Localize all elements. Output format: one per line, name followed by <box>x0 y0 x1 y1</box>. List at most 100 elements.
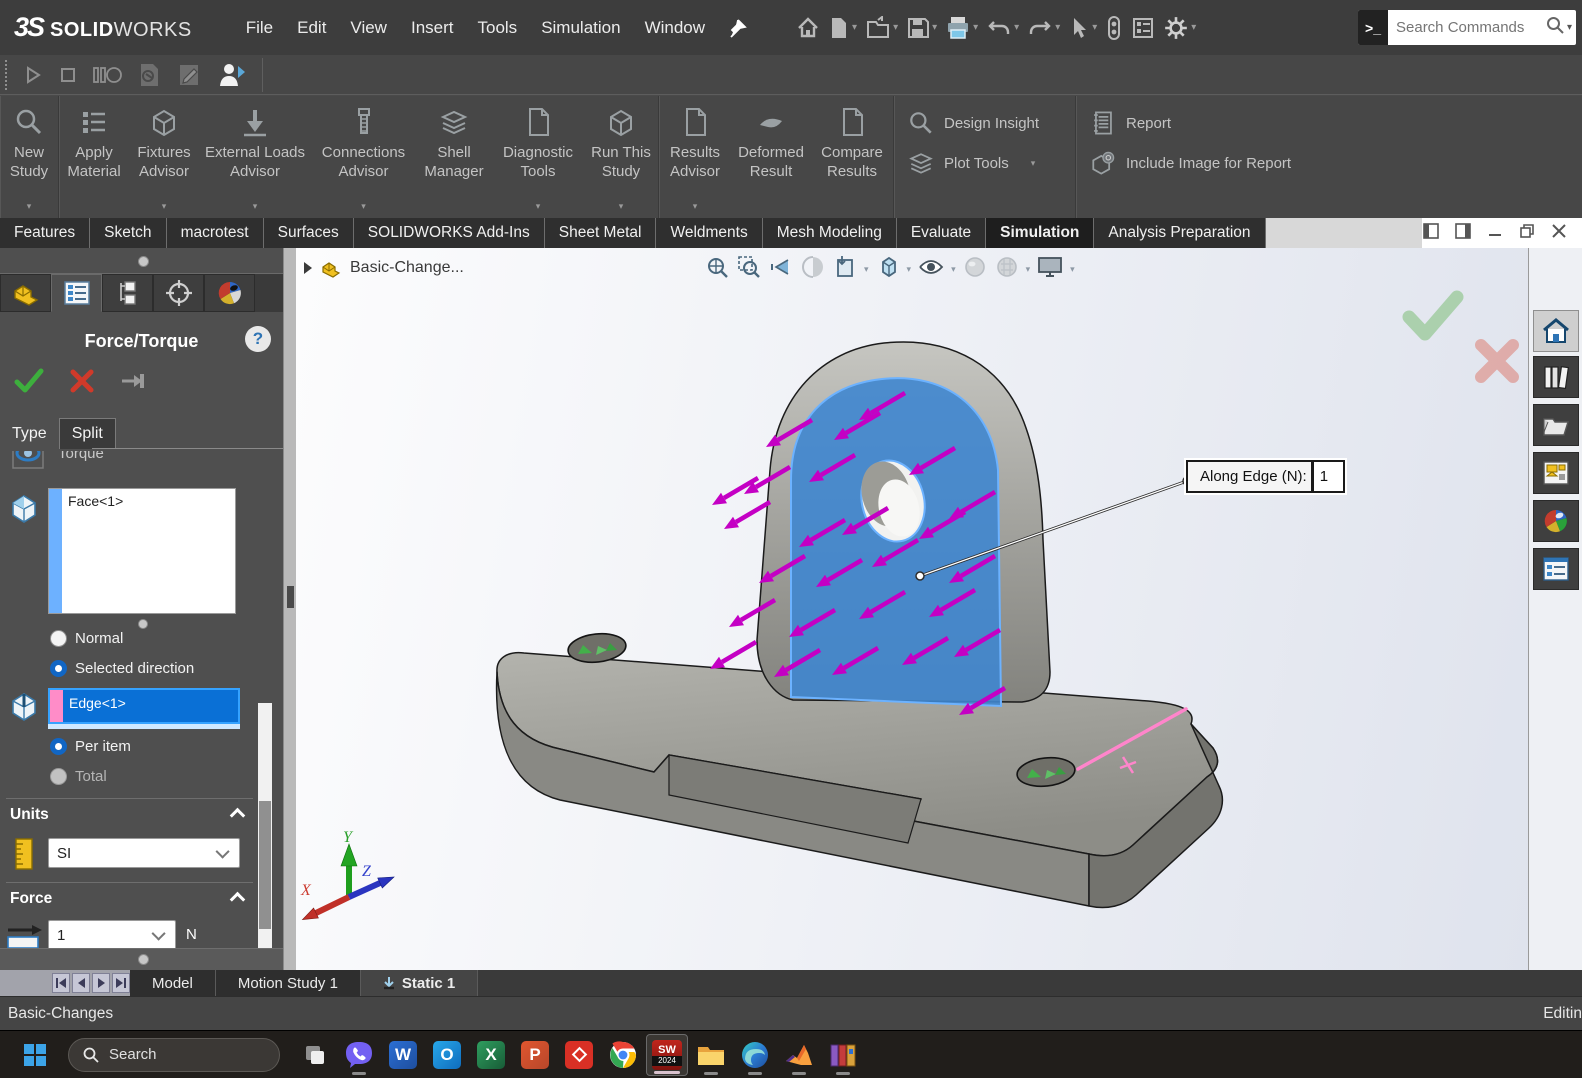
listbox-resize-handle[interactable] <box>138 619 148 629</box>
word-icon[interactable]: W <box>382 1034 424 1076</box>
units-section-header[interactable]: Units <box>10 806 49 824</box>
macro-run-icon[interactable] <box>22 64 44 86</box>
custom-properties-tab-icon[interactable] <box>1533 548 1579 590</box>
units-dropdown[interactable]: SI <box>48 838 240 868</box>
pin-menu-icon[interactable] <box>727 18 747 38</box>
plot-tools-button[interactable]: Plot Tools▾ <box>906 148 1065 178</box>
appearances-scenes-tab-icon[interactable] <box>1533 500 1579 542</box>
design-insight-button[interactable]: Design Insight <box>906 108 1065 138</box>
panel-scrollbar[interactable] <box>258 703 272 950</box>
menu-simulation[interactable]: Simulation <box>529 10 632 46</box>
configurationmanager-tab-icon[interactable] <box>102 274 153 312</box>
touch-mode-button[interactable] <box>1102 11 1126 45</box>
tab-analysis-preparation[interactable]: Analysis Preparation <box>1094 218 1265 248</box>
excel-icon[interactable]: X <box>470 1034 512 1076</box>
tab-solidworks-addins[interactable]: SOLIDWORKS Add-Ins <box>354 218 545 248</box>
cancel-x-button[interactable] <box>70 369 94 398</box>
restore-icon[interactable] <box>1518 222 1536 245</box>
per-item-radio[interactable] <box>50 738 67 755</box>
callout-value-input[interactable]: 1 <box>1311 460 1345 493</box>
panel-splitter-handle[interactable] <box>0 248 283 274</box>
selected-direction-radio[interactable] <box>50 660 67 677</box>
tab-sketch[interactable]: Sketch <box>90 218 166 248</box>
red-diamond-app-icon[interactable] <box>558 1034 600 1076</box>
force-value-combo[interactable]: 1 <box>48 920 176 950</box>
tab-features[interactable]: Features <box>0 218 90 248</box>
tab-motion-study-1[interactable]: Motion Study 1 <box>216 970 361 996</box>
shell-manager-button[interactable]: Shell Manager <box>416 96 492 218</box>
pane-right-icon[interactable] <box>1454 222 1472 245</box>
diagnostic-tools-button[interactable]: Diagnostic Tools▾ <box>492 96 584 218</box>
winrar-icon[interactable] <box>822 1034 864 1076</box>
panel-viewport-splitter[interactable] <box>283 248 296 970</box>
units-collapse-chevron[interactable] <box>230 808 246 824</box>
panel-scrollbar-thumb[interactable] <box>259 801 271 929</box>
start-button[interactable] <box>14 1034 56 1076</box>
displaymanager-tab-icon[interactable] <box>204 274 255 312</box>
taskbar-search[interactable]: Search <box>68 1038 280 1072</box>
prev-tab-button[interactable] <box>72 973 90 993</box>
view-palette-tab-icon[interactable] <box>1533 452 1579 494</box>
hide-show-items-icon[interactable] <box>917 254 945 285</box>
per-item-radio-row[interactable]: Per item <box>50 738 131 755</box>
save-button[interactable]: ▾ <box>903 12 940 44</box>
force-collapse-chevron[interactable] <box>230 892 246 908</box>
face-selection-listbox[interactable]: Face<1> <box>48 488 236 614</box>
options-gear-button[interactable]: ▾ <box>1160 11 1199 45</box>
next-tab-button[interactable] <box>92 973 110 993</box>
menu-tools[interactable]: Tools <box>466 10 530 46</box>
tab-type[interactable]: Type <box>0 419 59 449</box>
edit-appearance-icon[interactable] <box>962 254 988 285</box>
properties-button[interactable] <box>1128 12 1158 44</box>
view-orientation-icon[interactable] <box>832 254 858 285</box>
tab-model[interactable]: Model <box>130 970 216 996</box>
minimize-icon[interactable] <box>1486 222 1504 245</box>
file-explorer-icon[interactable] <box>690 1034 732 1076</box>
connections-advisor-button[interactable]: Connections Advisor▾ <box>311 96 416 218</box>
first-tab-button[interactable] <box>52 973 70 993</box>
zoom-to-fit-icon[interactable] <box>704 254 730 285</box>
selected-direction-radio-row[interactable]: Selected direction <box>50 660 194 677</box>
tab-split[interactable]: Split <box>59 418 116 449</box>
file-explorer-tab-icon[interactable] <box>1533 404 1579 446</box>
menu-edit[interactable]: Edit <box>285 10 338 46</box>
previous-view-icon[interactable] <box>768 254 794 285</box>
tab-surfaces[interactable]: Surfaces <box>264 218 354 248</box>
apply-scene-icon[interactable] <box>994 254 1020 285</box>
torque-label[interactable]: Torque <box>58 451 104 462</box>
macro-stop-icon[interactable] <box>58 65 78 85</box>
user-session-icon[interactable] <box>216 60 246 90</box>
total-radio[interactable] <box>50 768 67 785</box>
menu-insert[interactable]: Insert <box>399 10 466 46</box>
normal-radio-row[interactable]: Normal <box>50 630 123 647</box>
home-tab-icon[interactable] <box>1533 310 1579 352</box>
toolbar-drag-handle[interactable] <box>5 60 8 90</box>
open-document-button[interactable]: ▾ <box>862 12 901 44</box>
featuremanager-tab-icon[interactable] <box>0 274 51 312</box>
home-button[interactable] <box>793 12 823 44</box>
external-loads-advisor-button[interactable]: External Loads Advisor▾ <box>199 96 311 218</box>
zoom-to-area-icon[interactable] <box>736 254 762 285</box>
new-document-button[interactable]: ▾ <box>825 12 860 44</box>
report-button[interactable]: Report <box>1088 108 1334 138</box>
tree-expand-icon[interactable] <box>304 262 312 274</box>
section-view-icon[interactable] <box>800 254 826 285</box>
panel-bottom-splitter[interactable] <box>0 948 283 970</box>
keep-visible-pin-button[interactable] <box>120 370 148 397</box>
tab-mesh-modeling[interactable]: Mesh Modeling <box>763 218 897 248</box>
matlab-icon[interactable] <box>778 1034 820 1076</box>
tab-evaluate[interactable]: Evaluate <box>897 218 986 248</box>
search-commands-input[interactable] <box>1388 19 1545 36</box>
edge-selection-box[interactable]: Edge<1> <box>48 688 240 724</box>
run-this-study-button[interactable]: Run This Study▾ <box>584 96 658 218</box>
tab-static-1[interactable]: Static 1 <box>361 970 478 996</box>
design-library-tab-icon[interactable] <box>1533 356 1579 398</box>
select-cursor-button[interactable]: ▾ <box>1065 12 1100 44</box>
print-button[interactable]: ▾ <box>942 11 981 45</box>
tab-simulation[interactable]: Simulation <box>986 218 1094 248</box>
chrome-icon[interactable] <box>602 1034 644 1076</box>
outlook-icon[interactable]: O <box>426 1034 468 1076</box>
stacked-windows-icon[interactable] <box>294 1034 336 1076</box>
apply-material-button[interactable]: Apply Material <box>59 96 129 218</box>
undo-button[interactable]: ▾ <box>983 12 1022 44</box>
